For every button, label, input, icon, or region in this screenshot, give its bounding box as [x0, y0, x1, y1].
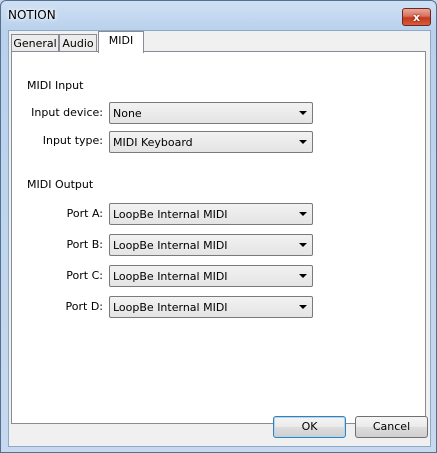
midi-input-heading: MIDI Input	[27, 79, 84, 92]
ok-button[interactable]: OK	[273, 416, 346, 438]
port-b-label: Port B:	[66, 238, 103, 251]
midi-output-heading: MIDI Output	[27, 178, 94, 191]
port-a-select[interactable]: LoopBe Internal MIDI	[109, 203, 313, 225]
chevron-down-icon	[299, 111, 307, 115]
port-c-select[interactable]: LoopBe Internal MIDI	[109, 265, 313, 287]
input-device-label: Input device:	[31, 106, 103, 119]
chevron-down-icon	[299, 140, 307, 144]
port-c-value: LoopBe Internal MIDI	[113, 270, 228, 283]
chevron-down-icon	[299, 305, 307, 309]
port-d-select[interactable]: LoopBe Internal MIDI	[109, 296, 313, 318]
chevron-down-icon	[299, 243, 307, 247]
title-bar[interactable]: NOTION x	[1, 1, 436, 31]
tab-audio-label: Audio	[62, 37, 94, 50]
input-type-label: Input type:	[42, 134, 103, 147]
input-type-value: MIDI Keyboard	[113, 136, 193, 149]
port-d-value: LoopBe Internal MIDI	[113, 301, 228, 314]
tab-general-label: General	[13, 37, 57, 50]
port-a-value: LoopBe Internal MIDI	[113, 208, 228, 221]
port-d-label: Port D:	[65, 300, 103, 313]
dialog-client-area: General Audio MIDI MIDI Input Input devi…	[8, 30, 431, 447]
tab-midi-label: MIDI	[108, 34, 134, 47]
close-icon: x	[412, 10, 421, 24]
port-c-label: Port C:	[66, 269, 103, 282]
port-b-select[interactable]: LoopBe Internal MIDI	[109, 234, 313, 256]
input-device-value: None	[113, 107, 142, 120]
input-type-select[interactable]: MIDI Keyboard	[109, 131, 313, 153]
tab-midi[interactable]: MIDI	[98, 31, 144, 53]
window-title: NOTION	[8, 8, 56, 22]
midi-tab-panel: MIDI Input Input device: None Input type…	[11, 51, 426, 424]
cancel-button[interactable]: Cancel	[355, 416, 428, 438]
close-button[interactable]: x	[402, 8, 431, 26]
port-a-label: Port A:	[66, 207, 103, 220]
dialog-window: NOTION x General Audio MIDI MIDI Input I…	[0, 0, 437, 453]
chevron-down-icon	[299, 274, 307, 278]
input-device-select[interactable]: None	[109, 102, 313, 124]
port-b-value: LoopBe Internal MIDI	[113, 239, 228, 252]
chevron-down-icon	[299, 212, 307, 216]
